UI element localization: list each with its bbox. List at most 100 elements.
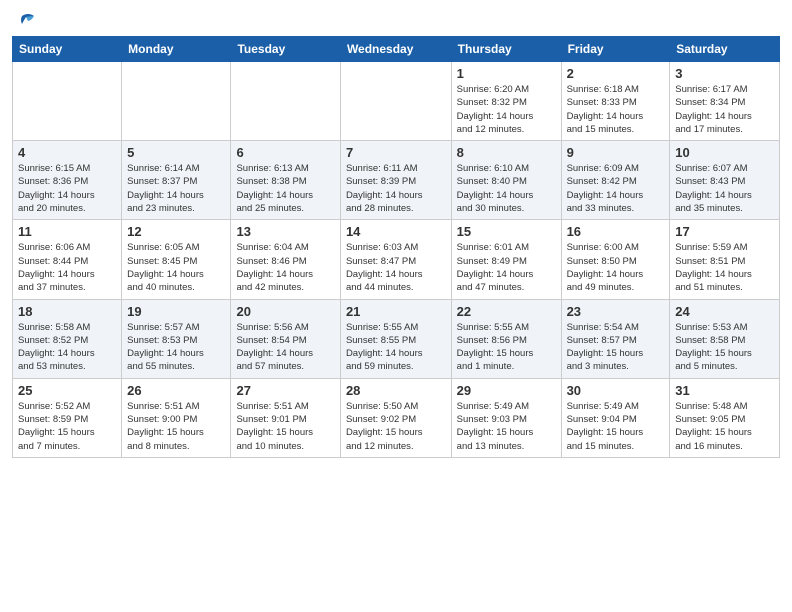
day-info: Sunrise: 6:14 AM Sunset: 8:37 PM Dayligh… (127, 162, 225, 215)
day-number: 14 (346, 224, 446, 239)
day-info: Sunrise: 5:58 AM Sunset: 8:52 PM Dayligh… (18, 321, 116, 374)
day-number: 29 (457, 383, 556, 398)
header (12, 10, 780, 30)
calendar-cell: 26 Sunrise: 5:51 AM Sunset: 9:00 PM Dayli… (122, 378, 231, 457)
day-info: Sunrise: 6:04 AM Sunset: 8:46 PM Dayligh… (236, 241, 334, 294)
calendar-cell: 25 Sunrise: 5:52 AM Sunset: 8:59 PM Dayli… (13, 378, 122, 457)
day-number: 25 (18, 383, 116, 398)
day-number: 17 (675, 224, 774, 239)
day-number: 2 (567, 66, 665, 81)
day-number: 11 (18, 224, 116, 239)
calendar-week-row: 18 Sunrise: 5:58 AM Sunset: 8:52 PM Dayli… (13, 299, 780, 378)
calendar-cell: 4 Sunrise: 6:15 AM Sunset: 8:36 PM Daylig… (13, 141, 122, 220)
day-info: Sunrise: 5:52 AM Sunset: 8:59 PM Dayligh… (18, 400, 116, 453)
day-info: Sunrise: 5:59 AM Sunset: 8:51 PM Dayligh… (675, 241, 774, 294)
calendar-cell: 18 Sunrise: 5:58 AM Sunset: 8:52 PM Dayli… (13, 299, 122, 378)
calendar-table: SundayMondayTuesdayWednesdayThursdayFrid… (12, 36, 780, 458)
day-info: Sunrise: 6:15 AM Sunset: 8:36 PM Dayligh… (18, 162, 116, 215)
day-number: 9 (567, 145, 665, 160)
day-info: Sunrise: 5:48 AM Sunset: 9:05 PM Dayligh… (675, 400, 774, 453)
calendar-cell: 17 Sunrise: 5:59 AM Sunset: 8:51 PM Dayli… (670, 220, 780, 299)
weekday-header: Monday (122, 37, 231, 62)
day-info: Sunrise: 5:49 AM Sunset: 9:04 PM Dayligh… (567, 400, 665, 453)
day-info: Sunrise: 5:55 AM Sunset: 8:56 PM Dayligh… (457, 321, 556, 374)
calendar-week-row: 11 Sunrise: 6:06 AM Sunset: 8:44 PM Dayli… (13, 220, 780, 299)
calendar-cell: 24 Sunrise: 5:53 AM Sunset: 8:58 PM Dayli… (670, 299, 780, 378)
calendar-cell: 15 Sunrise: 6:01 AM Sunset: 8:49 PM Dayli… (451, 220, 561, 299)
day-number: 1 (457, 66, 556, 81)
calendar-cell: 5 Sunrise: 6:14 AM Sunset: 8:37 PM Daylig… (122, 141, 231, 220)
weekday-header: Tuesday (231, 37, 340, 62)
day-number: 30 (567, 383, 665, 398)
calendar-cell: 6Sunrise: 6:13 AM Sunset: 8:38 PM Daylig… (231, 141, 340, 220)
calendar-cell (13, 62, 122, 141)
calendar-week-row: 4 Sunrise: 6:15 AM Sunset: 8:36 PM Daylig… (13, 141, 780, 220)
day-number: 28 (346, 383, 446, 398)
day-number: 12 (127, 224, 225, 239)
day-info: Sunrise: 5:49 AM Sunset: 9:03 PM Dayligh… (457, 400, 556, 453)
day-info: Sunrise: 6:06 AM Sunset: 8:44 PM Dayligh… (18, 241, 116, 294)
calendar-cell: 10 Sunrise: 6:07 AM Sunset: 8:43 PM Dayli… (670, 141, 780, 220)
calendar-cell: 30 Sunrise: 5:49 AM Sunset: 9:04 PM Dayli… (561, 378, 670, 457)
day-number: 7 (346, 145, 446, 160)
day-info: Sunrise: 6:09 AM Sunset: 8:42 PM Dayligh… (567, 162, 665, 215)
day-number: 19 (127, 304, 225, 319)
day-info: Sunrise: 6:03 AM Sunset: 8:47 PM Dayligh… (346, 241, 446, 294)
day-info: Sunrise: 6:20 AM Sunset: 8:32 PM Dayligh… (457, 83, 556, 136)
day-info: Sunrise: 5:55 AM Sunset: 8:55 PM Dayligh… (346, 321, 446, 374)
calendar-cell: 13 Sunrise: 6:04 AM Sunset: 8:46 PM Dayli… (231, 220, 340, 299)
calendar-cell: 19 Sunrise: 5:57 AM Sunset: 8:53 PM Dayli… (122, 299, 231, 378)
calendar-cell: 29 Sunrise: 5:49 AM Sunset: 9:03 PM Dayli… (451, 378, 561, 457)
calendar-cell: 16 Sunrise: 6:00 AM Sunset: 8:50 PM Dayli… (561, 220, 670, 299)
day-number: 3 (675, 66, 774, 81)
day-number: 10 (675, 145, 774, 160)
day-number: 5 (127, 145, 225, 160)
day-info: Sunrise: 5:50 AM Sunset: 9:02 PM Dayligh… (346, 400, 446, 453)
day-number: 26 (127, 383, 225, 398)
weekday-header: Wednesday (340, 37, 451, 62)
day-info: Sunrise: 6:00 AM Sunset: 8:50 PM Dayligh… (567, 241, 665, 294)
day-info: Sunrise: 5:57 AM Sunset: 8:53 PM Dayligh… (127, 321, 225, 374)
day-info: Sunrise: 5:56 AM Sunset: 8:54 PM Dayligh… (236, 321, 334, 374)
calendar-cell: 31Sunrise: 5:48 AM Sunset: 9:05 PM Dayli… (670, 378, 780, 457)
calendar-cell: 12 Sunrise: 6:05 AM Sunset: 8:45 PM Dayli… (122, 220, 231, 299)
day-info: Sunrise: 6:07 AM Sunset: 8:43 PM Dayligh… (675, 162, 774, 215)
calendar-week-row: 25 Sunrise: 5:52 AM Sunset: 8:59 PM Dayli… (13, 378, 780, 457)
day-number: 27 (236, 383, 334, 398)
calendar-cell: 28 Sunrise: 5:50 AM Sunset: 9:02 PM Dayli… (340, 378, 451, 457)
calendar-cell: 23Sunrise: 5:54 AM Sunset: 8:57 PM Dayli… (561, 299, 670, 378)
calendar-cell: 20 Sunrise: 5:56 AM Sunset: 8:54 PM Dayli… (231, 299, 340, 378)
calendar-cell: 1 Sunrise: 6:20 AM Sunset: 8:32 PM Daylig… (451, 62, 561, 141)
day-number: 18 (18, 304, 116, 319)
day-number: 16 (567, 224, 665, 239)
day-info: Sunrise: 6:01 AM Sunset: 8:49 PM Dayligh… (457, 241, 556, 294)
logo-bird-icon (14, 10, 38, 34)
day-info: Sunrise: 6:18 AM Sunset: 8:33 PM Dayligh… (567, 83, 665, 136)
logo (12, 10, 38, 30)
calendar-cell: 9 Sunrise: 6:09 AM Sunset: 8:42 PM Daylig… (561, 141, 670, 220)
day-info: Sunrise: 6:13 AM Sunset: 8:38 PM Dayligh… (236, 162, 334, 215)
calendar-cell: 3 Sunrise: 6:17 AM Sunset: 8:34 PM Daylig… (670, 62, 780, 141)
calendar-cell (231, 62, 340, 141)
weekday-header: Sunday (13, 37, 122, 62)
day-number: 13 (236, 224, 334, 239)
day-info: Sunrise: 6:11 AM Sunset: 8:39 PM Dayligh… (346, 162, 446, 215)
day-info: Sunrise: 5:54 AM Sunset: 8:57 PM Dayligh… (567, 321, 665, 374)
calendar-cell: 2 Sunrise: 6:18 AM Sunset: 8:33 PM Daylig… (561, 62, 670, 141)
day-number: 22 (457, 304, 556, 319)
day-number: 15 (457, 224, 556, 239)
day-number: 24 (675, 304, 774, 319)
day-info: Sunrise: 6:10 AM Sunset: 8:40 PM Dayligh… (457, 162, 556, 215)
calendar-week-row: 1 Sunrise: 6:20 AM Sunset: 8:32 PM Daylig… (13, 62, 780, 141)
calendar-header-row: SundayMondayTuesdayWednesdayThursdayFrid… (13, 37, 780, 62)
day-info: Sunrise: 6:17 AM Sunset: 8:34 PM Dayligh… (675, 83, 774, 136)
day-number: 20 (236, 304, 334, 319)
weekday-header: Thursday (451, 37, 561, 62)
day-info: Sunrise: 5:53 AM Sunset: 8:58 PM Dayligh… (675, 321, 774, 374)
day-info: Sunrise: 5:51 AM Sunset: 9:00 PM Dayligh… (127, 400, 225, 453)
day-info: Sunrise: 5:51 AM Sunset: 9:01 PM Dayligh… (236, 400, 334, 453)
calendar-cell (122, 62, 231, 141)
day-number: 4 (18, 145, 116, 160)
page-container: SundayMondayTuesdayWednesdayThursdayFrid… (0, 0, 792, 612)
day-info: Sunrise: 6:05 AM Sunset: 8:45 PM Dayligh… (127, 241, 225, 294)
